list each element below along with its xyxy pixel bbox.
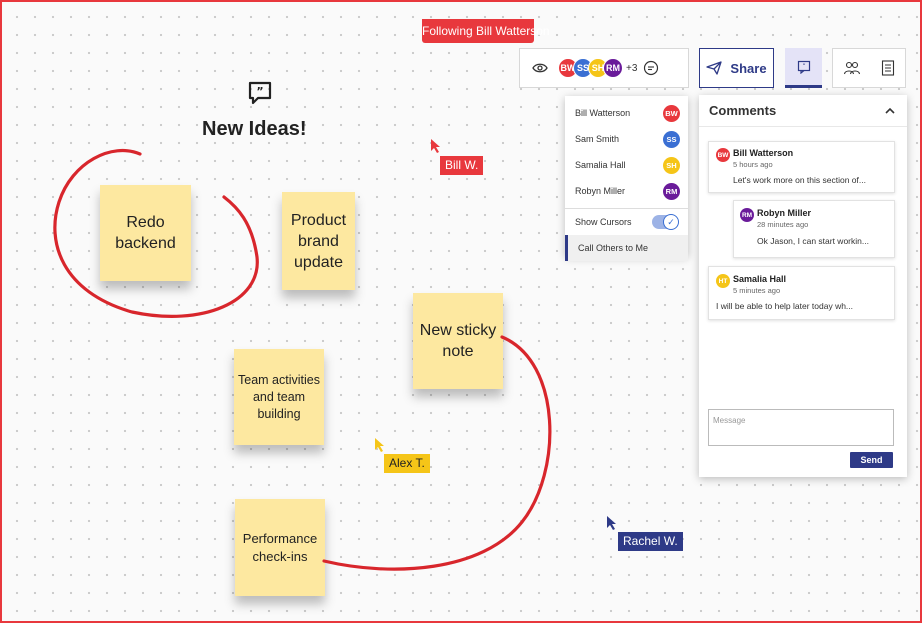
call-others-button[interactable]: Call Others to Me: [565, 235, 688, 261]
show-cursors-toggle[interactable]: ✓: [652, 214, 679, 230]
people-icon[interactable]: [843, 60, 861, 76]
comment-time: 28 minutes ago: [757, 220, 809, 229]
user-name: Robyn Miller: [575, 186, 626, 196]
user-row[interactable]: Robyn Miller RM: [565, 178, 688, 204]
avatar: RM: [740, 208, 754, 222]
eye-icon[interactable]: [528, 56, 552, 80]
show-cursors-row: Show Cursors ✓: [565, 209, 688, 235]
comment-author: Samalia Hall: [733, 274, 787, 284]
document-icon[interactable]: [881, 60, 895, 76]
show-cursors-label: Show Cursors: [575, 217, 632, 227]
chevron-up-icon[interactable]: [885, 107, 895, 114]
share-label: Share: [730, 60, 767, 76]
comment-author: Robyn Miller: [757, 208, 812, 218]
cursor-label-rachel: Rachel W.: [618, 532, 683, 551]
avatar: HT: [716, 274, 730, 288]
cursor-label-bill: Bill W.: [440, 156, 484, 175]
avatar: RM: [663, 182, 680, 200]
comment-time: 5 minutes ago: [733, 286, 781, 295]
check-icon: ✓: [663, 214, 679, 230]
avatar: BW: [663, 104, 680, 122]
avatar-stack[interactable]: BW SS SH RM: [558, 58, 623, 78]
ink-connector-stroke: [322, 335, 552, 571]
message-input[interactable]: Message: [708, 409, 894, 446]
comment-reply-card[interactable]: RM Robyn Miller 28 minutes ago Ok Jason,…: [733, 200, 895, 258]
comment-icon: ”: [797, 60, 810, 74]
user-name: Sam Smith: [575, 134, 620, 144]
comment-card[interactable]: BW Bill Watterson 5 hours ago Let's work…: [708, 141, 895, 193]
cursor-arrow-icon: [375, 438, 384, 452]
user-name: Bill Watterson: [575, 108, 631, 118]
cursor-label-alex: Alex T.: [384, 454, 430, 473]
cursor-arrow-icon: [607, 516, 616, 530]
collaborators-toolbar: BW SS SH RM +3: [519, 48, 689, 88]
avatar: BW: [716, 148, 730, 162]
comment-time: 5 hours ago: [733, 160, 773, 169]
comments-panel: Comments BW Bill Watterson 5 hours ago L…: [699, 95, 907, 477]
comment-card[interactable]: HT Samalia Hall 5 minutes ago I will be …: [708, 266, 895, 320]
paper-plane-icon: [706, 61, 723, 75]
user-row[interactable]: Samalia Hall SH: [565, 152, 688, 178]
users-dropdown: Bill Watterson BW Sam Smith SS Samalia H…: [565, 96, 688, 261]
comment-author: Bill Watterson: [733, 148, 794, 158]
avatar: SS: [663, 130, 680, 148]
ink-circle-stroke: [53, 148, 259, 318]
comments-title: Comments: [709, 103, 777, 118]
view-controls: [832, 48, 906, 88]
share-button[interactable]: Share: [699, 48, 774, 88]
user-row[interactable]: Bill Watterson BW: [565, 100, 688, 126]
user-name: Samalia Hall: [575, 160, 626, 170]
chat-bubble-icon[interactable]: [639, 56, 663, 80]
user-row[interactable]: Sam Smith SS: [565, 126, 688, 152]
comment-text: Ok Jason, I can start workin...: [757, 236, 869, 246]
more-users-count[interactable]: +3: [626, 63, 637, 74]
avatar: SH: [663, 156, 680, 174]
comment-text: Let's work more on this section of...: [733, 175, 866, 185]
send-button[interactable]: Send: [850, 452, 893, 468]
avatar: RM: [603, 58, 623, 78]
comments-toggle-button[interactable]: ”: [785, 48, 822, 88]
whiteboard-canvas[interactable]: Following Bill Watterson ” New Ideas! Re…: [0, 0, 922, 623]
comment-text: I will be able to help later today wh...: [716, 301, 854, 311]
svg-text:”: ”: [802, 63, 805, 70]
cursor-arrow-icon: [431, 139, 440, 153]
